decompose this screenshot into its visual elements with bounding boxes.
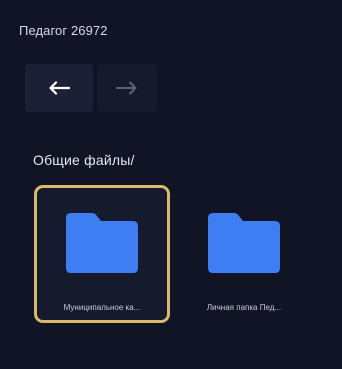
folder-tile-municipal[interactable]: Муниципальное ка... [34, 185, 170, 323]
navigation-buttons [25, 64, 157, 112]
arrow-left-icon [49, 81, 70, 95]
back-button[interactable] [25, 64, 93, 112]
folder-label: Муниципальное ка... [63, 303, 141, 312]
breadcrumb: Общие файлы/ [33, 152, 135, 168]
file-browser-screen: Педагог 26972 Общие файлы/ Муниципальное… [0, 0, 342, 369]
user-name: Педагог 26972 [19, 23, 108, 38]
forward-button[interactable] [97, 64, 157, 112]
folder-label: Личная папка Пед... [206, 303, 282, 312]
folder-icon [208, 213, 280, 273]
arrow-right-icon [116, 81, 137, 95]
folder-tile-personal[interactable]: Личная папка Пед... [176, 185, 312, 323]
folder-icon [66, 213, 138, 273]
